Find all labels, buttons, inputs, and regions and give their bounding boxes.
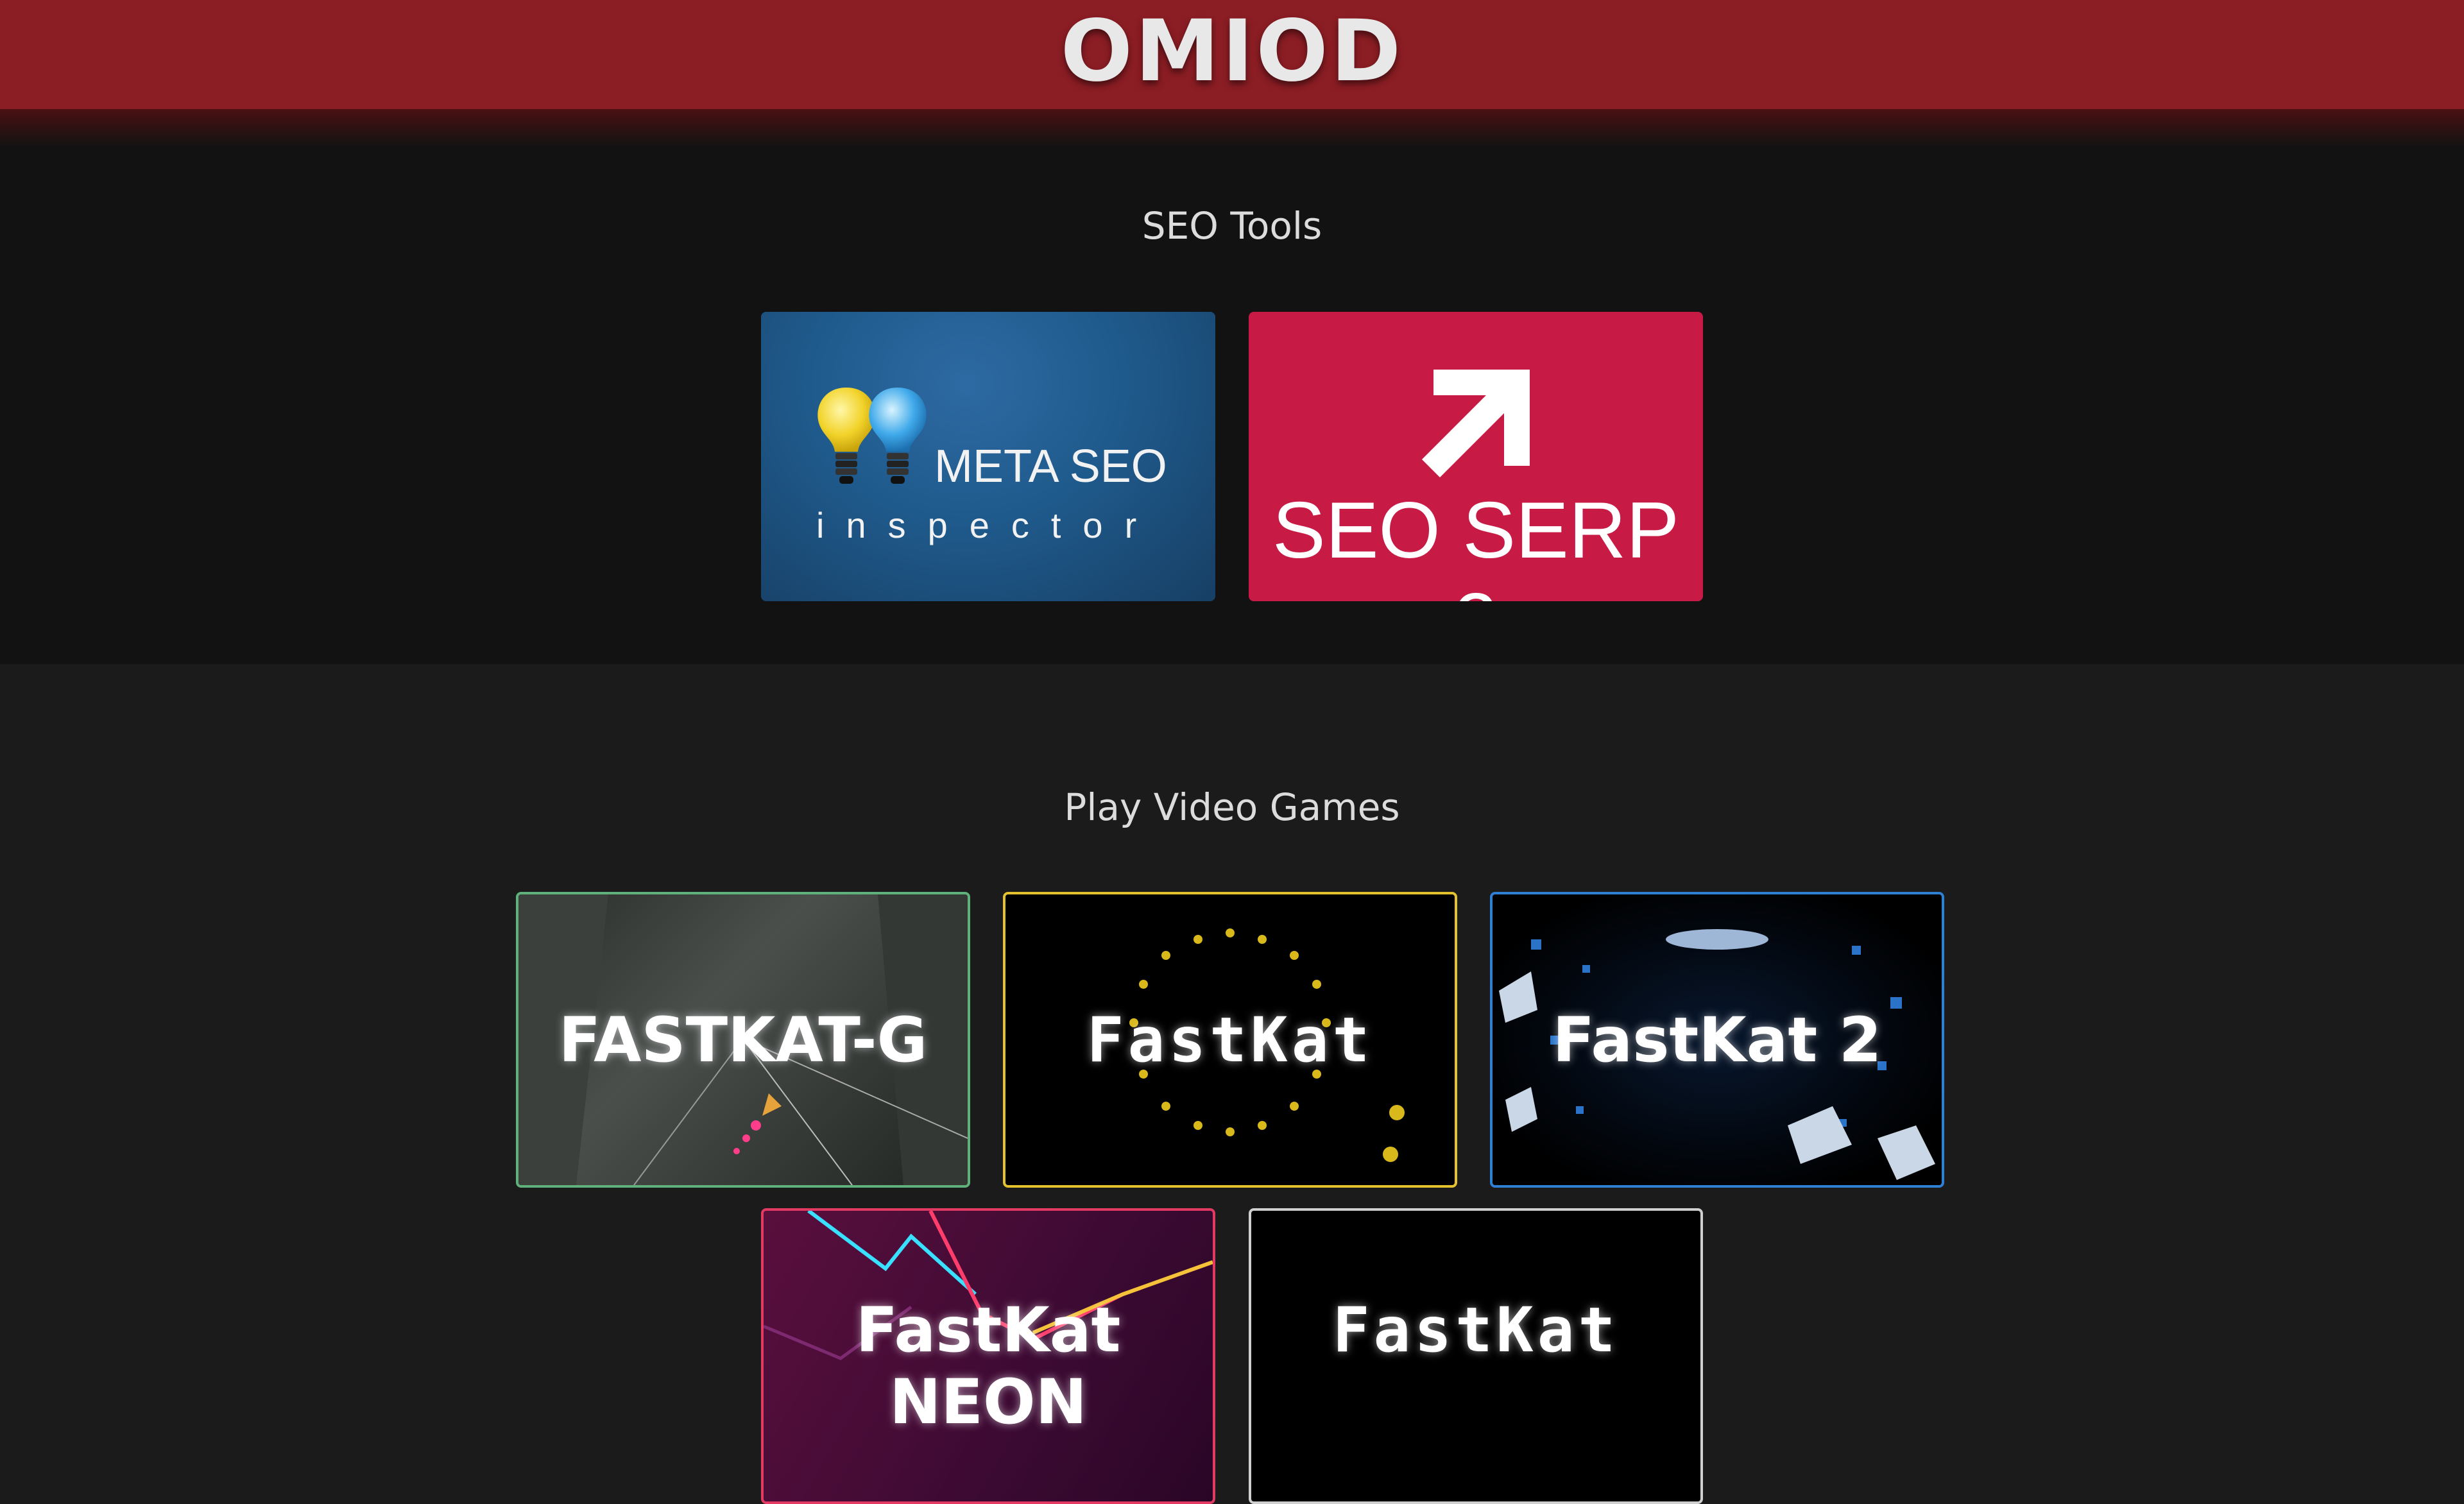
seo-serp-2-title: SEO SERP 2 <box>1272 486 1679 601</box>
game-card-fastkat-g[interactable]: FASTKAT-G <box>516 892 970 1188</box>
lightbulb-pair-icon <box>817 388 927 484</box>
game-card-fastkat-classic[interactable]: FastKat <box>1249 1208 1703 1504</box>
header-shadow <box>0 109 2464 148</box>
seo-serp-2-card[interactable]: SEO SERP 2 <box>1249 312 1703 601</box>
blue-bulb <box>869 388 927 484</box>
game-title-fastkat-classic: FastKat <box>1332 1294 1620 1366</box>
meta-seo-subtitle: inspector <box>816 505 1159 545</box>
seo-tools-heading: SEO Tools <box>1142 204 1322 248</box>
game-title-fastkat-neon: FastKat NEON <box>855 1294 1121 1438</box>
yellow-bulb <box>817 388 875 484</box>
game-card-fastkat-neon[interactable]: FastKat NEON <box>761 1208 1215 1504</box>
game-card-fastkat-2[interactable]: FastKat 2 <box>1490 892 1944 1188</box>
meta-seo-title: META SEO <box>934 441 1167 492</box>
game-card-fastkat[interactable]: FastKat <box>1003 892 1457 1188</box>
game-title-fastkat-2: FastKat 2 <box>1552 1004 1882 1076</box>
meta-seo-inspector-card[interactable]: META SEO inspector <box>761 312 1215 601</box>
site-header: OMIOD <box>0 0 2464 109</box>
arrow-up-right-icon <box>1422 370 1530 477</box>
site-logo[interactable]: OMIOD <box>1061 2 1403 101</box>
games-heading: Play Video Games <box>1064 785 1400 829</box>
game-title-fastkat: FastKat <box>1086 1004 1374 1076</box>
game-title-fastkat-g: FASTKAT-G <box>558 1004 928 1076</box>
